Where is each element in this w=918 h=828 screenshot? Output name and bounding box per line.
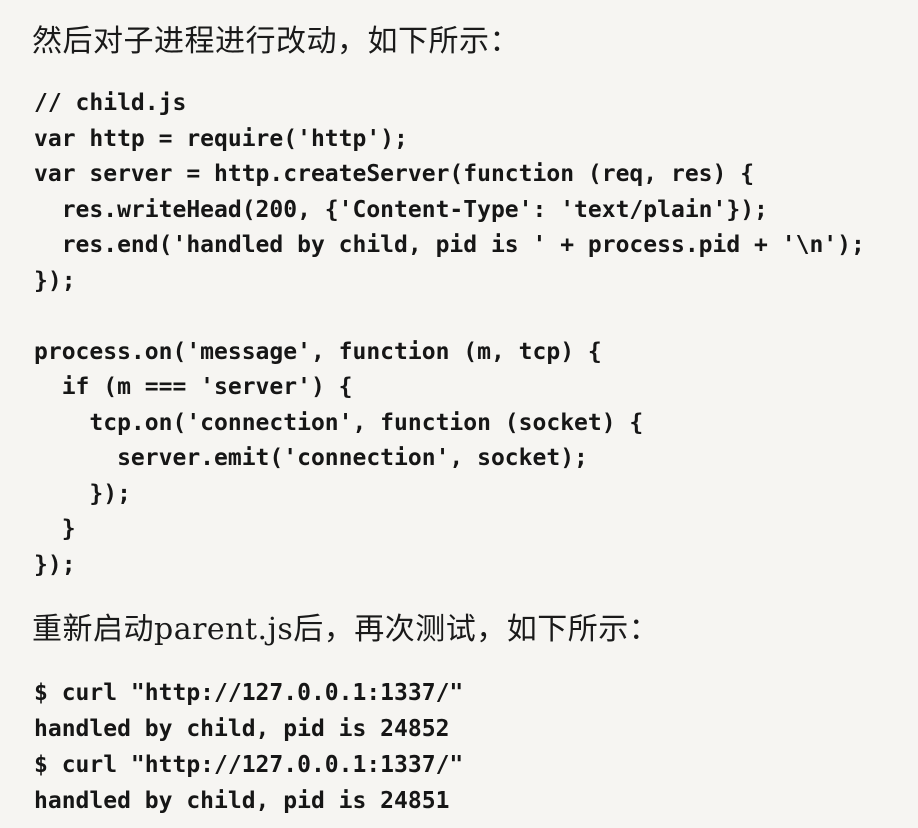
code-line: if (m === 'server') { bbox=[34, 374, 353, 400]
code-line: var http = require('http'); bbox=[34, 125, 408, 152]
restart-paragraph: 重新启动parent.js后，再次测试，如下所示： bbox=[32, 612, 660, 647]
code-line: server.emit('connection', socket); bbox=[34, 445, 588, 471]
code-line: handled by child, pid is 24851 bbox=[34, 788, 450, 814]
code-line: $ curl "http://127.0.0.1:1337/" bbox=[34, 752, 464, 778]
intro-paragraph: 然后对子进程进行改动，如下所示： bbox=[32, 24, 520, 59]
code-line: }); bbox=[34, 551, 76, 578]
code-line: res.end('handled by child, pid is ' + pr… bbox=[34, 232, 865, 258]
code-line: }); bbox=[34, 267, 76, 294]
code-line: var server = http.createServer(function … bbox=[34, 161, 755, 187]
code-line: } bbox=[34, 516, 76, 542]
code-line: // child.js bbox=[34, 90, 187, 116]
code-line: process.on('message', function (m, tcp) … bbox=[34, 338, 602, 365]
code-line: $ curl "http://127.0.0.1:1337/" bbox=[34, 680, 464, 706]
code-line: handled by child, pid is 24852 bbox=[34, 716, 450, 742]
code-line: tcp.on('connection', function (socket) { bbox=[34, 409, 644, 436]
child-js-code-block: // child.js var http = require('http'); va… bbox=[34, 86, 865, 583]
code-line: res.writeHead(200, {'Content-Type': 'tex… bbox=[34, 196, 768, 223]
curl-output-code-block: $ curl "http://127.0.0.1:1337/" handled b… bbox=[34, 675, 463, 819]
code-line: }); bbox=[34, 480, 131, 507]
book-page: 然后对子进程进行改动，如下所示： // child.js var http = r… bbox=[0, 0, 918, 828]
